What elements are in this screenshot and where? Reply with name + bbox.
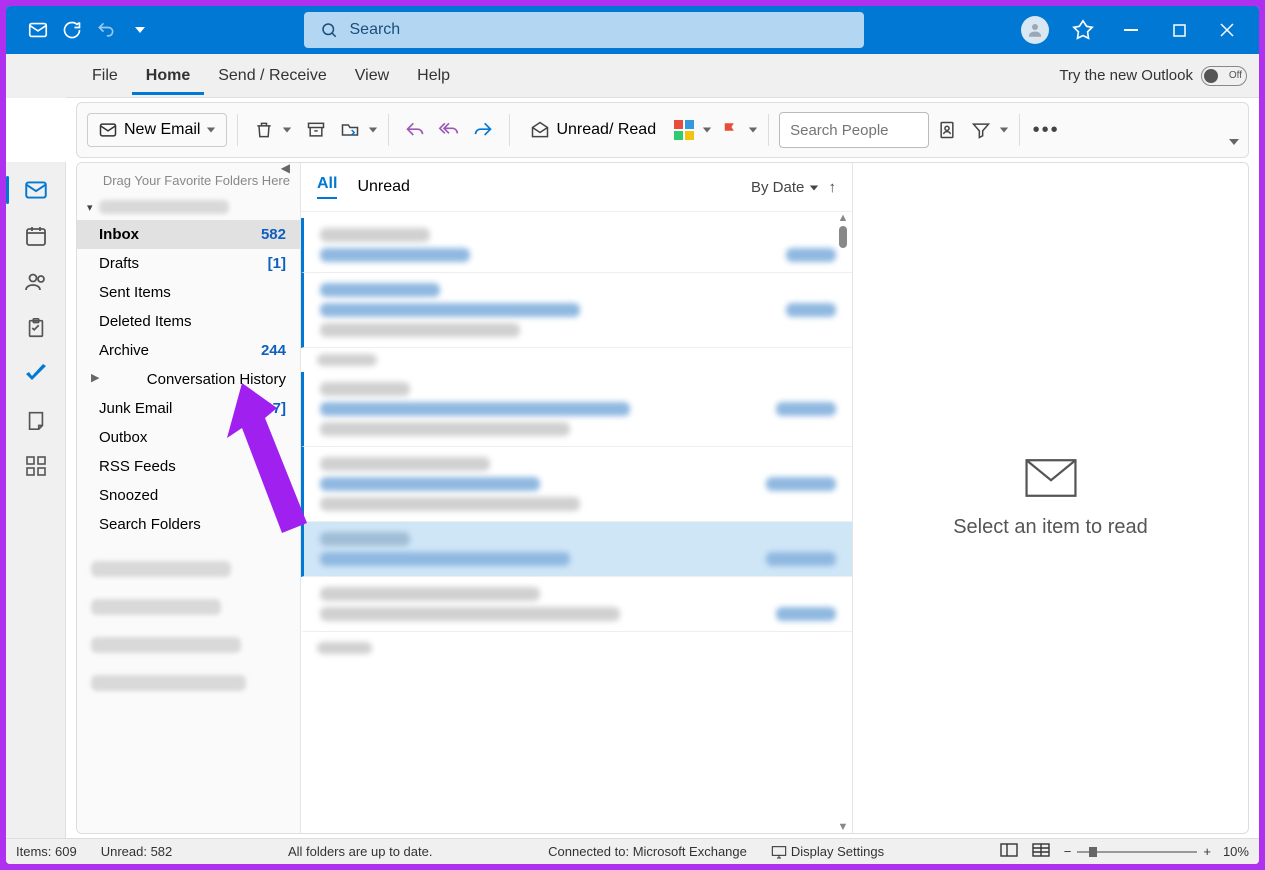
window-close[interactable]	[1203, 6, 1251, 54]
tab-help[interactable]: Help	[403, 57, 464, 95]
folder-conversation-history[interactable]: ▶Conversation History	[77, 365, 300, 394]
folder-archive[interactable]: Archive244	[77, 336, 300, 365]
categorize-button[interactable]	[668, 114, 700, 146]
tab-view[interactable]: View	[341, 57, 403, 95]
status-sync: All folders are up to date.	[288, 844, 433, 859]
tab-home[interactable]: Home	[132, 57, 204, 95]
message-item[interactable]	[301, 447, 852, 522]
window-minimize[interactable]	[1107, 6, 1155, 54]
collapse-folder-pane-icon[interactable]: ◀	[281, 162, 290, 175]
reading-pane: Select an item to read	[853, 163, 1248, 833]
filter-button[interactable]	[965, 114, 997, 146]
nav-more-apps[interactable]	[14, 446, 58, 486]
chevron-down-icon[interactable]	[999, 125, 1009, 135]
window-maximize[interactable]	[1155, 6, 1203, 54]
folder-snoozed[interactable]: Snoozed	[77, 481, 300, 510]
outlook-window: File Home Send / Receive View Help Try t…	[6, 6, 1259, 864]
reply-all-button[interactable]	[433, 114, 465, 146]
scrollbar[interactable]: ▲ ▼	[836, 212, 850, 833]
nav-mail[interactable]	[14, 170, 58, 210]
folder-pane: ◀ Drag Your Favorite Folders Here ▾ Inbo…	[77, 163, 301, 833]
monitor-icon	[771, 845, 787, 859]
folder-outbox[interactable]: Outbox	[77, 423, 300, 452]
try-new-toggle[interactable]: Off	[1201, 66, 1247, 86]
nav-todo[interactable]	[14, 354, 58, 394]
mail-icon	[98, 120, 118, 140]
status-unread-count: Unread: 582	[101, 844, 173, 859]
sort-by-date[interactable]: By Date	[751, 179, 819, 196]
move-button[interactable]	[334, 114, 366, 146]
forward-button[interactable]	[467, 114, 499, 146]
folder-inbox[interactable]: Inbox582	[77, 220, 300, 249]
global-search[interactable]	[304, 12, 864, 48]
chevron-down-icon[interactable]	[368, 125, 378, 135]
envelope-icon	[1024, 458, 1078, 498]
favorites-drop-zone[interactable]: ◀ Drag Your Favorite Folders Here	[77, 163, 300, 194]
search-input[interactable]	[350, 21, 848, 39]
menubar: File Home Send / Receive View Help Try t…	[66, 54, 1259, 98]
reading-pane-placeholder: Select an item to read	[953, 516, 1148, 539]
zoom-in-button[interactable]: +	[1203, 844, 1211, 859]
delete-button[interactable]	[248, 114, 280, 146]
folder-rss-feeds[interactable]: RSS Feeds	[77, 452, 300, 481]
filter-unread[interactable]: Unread	[357, 178, 409, 196]
folder-deleted-items[interactable]: Deleted Items	[77, 307, 300, 336]
outlook-logo-icon	[22, 14, 54, 46]
folder-junk-email[interactable]: Junk Email[87]	[77, 394, 300, 423]
envelope-open-icon	[530, 120, 550, 140]
chevron-down-icon[interactable]	[282, 125, 292, 135]
nav-calendar[interactable]	[14, 216, 58, 256]
qat-customize-icon[interactable]	[124, 14, 156, 46]
ribbon-expand-button[interactable]	[1228, 135, 1240, 153]
address-book-button[interactable]	[931, 114, 963, 146]
tab-file[interactable]: File	[78, 57, 132, 95]
filter-all[interactable]: All	[317, 175, 337, 199]
message-item-selected[interactable]	[301, 522, 852, 577]
tab-send-receive[interactable]: Send / Receive	[204, 57, 341, 95]
zoom-slider[interactable]: − + 10%	[1064, 844, 1249, 859]
zoom-level: 10%	[1223, 844, 1249, 859]
search-icon	[320, 21, 338, 39]
message-item[interactable]	[301, 577, 852, 632]
try-new-outlook[interactable]: Try the new Outlook Off	[1059, 66, 1247, 86]
message-item[interactable]	[301, 273, 852, 348]
archive-button[interactable]	[300, 114, 332, 146]
search-people-input[interactable]	[779, 112, 929, 148]
unread-read-button[interactable]: Unread/ Read	[520, 114, 666, 146]
sort-direction[interactable]: ↑	[829, 179, 837, 196]
status-bar: Items: 609 Unread: 582 All folders are u…	[6, 838, 1259, 864]
more-commands-button[interactable]: •••	[1030, 114, 1062, 146]
nav-rail	[6, 162, 66, 838]
chevron-down-icon[interactable]	[702, 125, 712, 135]
undo-icon[interactable]	[90, 14, 122, 46]
nav-people[interactable]	[14, 262, 58, 302]
chevron-down-icon: ▾	[87, 201, 93, 214]
account-row[interactable]: ▾	[77, 194, 300, 220]
new-email-button[interactable]: New Email	[87, 113, 227, 147]
display-settings-button[interactable]: Display Settings	[771, 844, 884, 859]
folder-sent-items[interactable]: Sent Items	[77, 278, 300, 307]
status-connection: Connected to: Microsoft Exchange	[548, 844, 747, 859]
zoom-out-button[interactable]: −	[1064, 844, 1072, 859]
view-reading-button[interactable]	[1032, 843, 1050, 860]
nav-tasks[interactable]	[14, 308, 58, 348]
chevron-right-icon: ▶	[91, 371, 99, 388]
folder-search-folders[interactable]: Search Folders	[77, 510, 300, 539]
folder-drafts[interactable]: Drafts[1]	[77, 249, 300, 278]
chevron-down-icon[interactable]	[748, 125, 758, 135]
message-item[interactable]	[301, 218, 852, 273]
message-item[interactable]	[301, 372, 852, 447]
titlebar	[6, 6, 1259, 54]
account-avatar[interactable]	[1011, 6, 1059, 54]
reply-button[interactable]	[399, 114, 431, 146]
ribbon: New Email Unread/ Read	[76, 102, 1249, 158]
nav-notes[interactable]	[14, 400, 58, 440]
sync-icon[interactable]	[56, 14, 88, 46]
flag-button[interactable]	[714, 114, 746, 146]
status-items-count: Items: 609	[16, 844, 77, 859]
view-normal-button[interactable]	[1000, 843, 1018, 860]
message-list: All Unread By Date ↑ ▲ ▼	[301, 163, 853, 833]
premium-icon[interactable]	[1059, 6, 1107, 54]
chevron-down-icon	[206, 125, 216, 135]
